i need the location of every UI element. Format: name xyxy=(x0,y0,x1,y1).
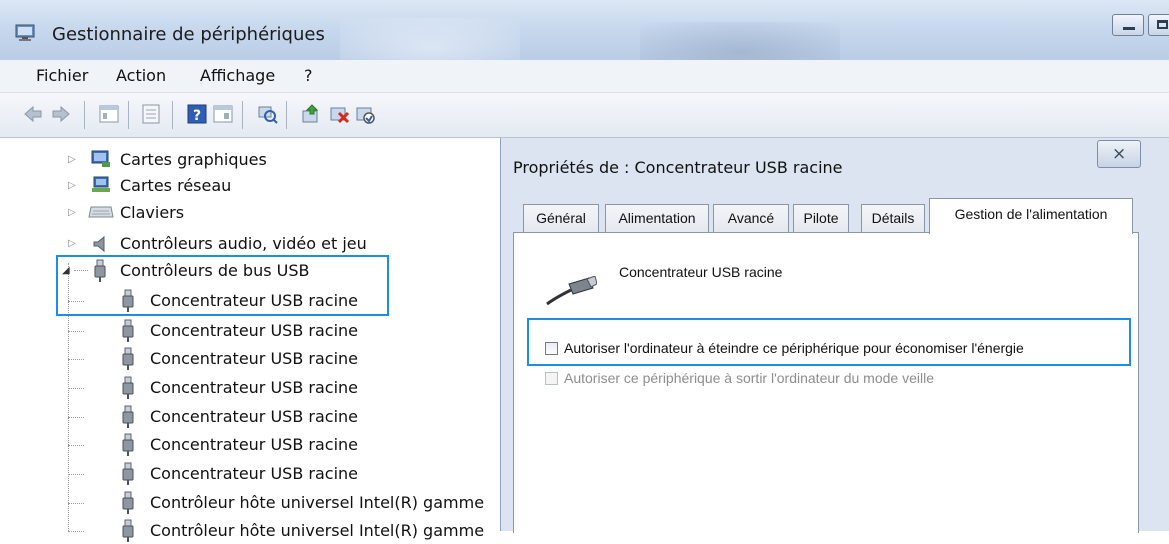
tab-gestion-alimentation[interactable]: Gestion de l'alimentation xyxy=(929,198,1133,234)
keyboard-icon xyxy=(88,206,114,218)
device-name: Concentrateur USB racine xyxy=(619,264,783,280)
maximize-button[interactable] xyxy=(1148,14,1169,36)
expand-arrow-icon[interactable]: ▷ xyxy=(68,154,76,165)
menu-action[interactable]: Action xyxy=(116,66,166,85)
properties-icon[interactable] xyxy=(140,103,162,125)
disable-device-icon[interactable] xyxy=(354,103,376,125)
expand-arrow-icon[interactable]: ▷ xyxy=(68,238,76,249)
toolbar-separator xyxy=(172,101,173,129)
update-driver-icon[interactable] xyxy=(300,103,322,125)
menu-fichier[interactable]: Fichier xyxy=(36,66,88,85)
tree-item-label: Concentrateur USB racine xyxy=(150,464,358,483)
tree-item-label: Concentrateur USB racine xyxy=(150,378,358,397)
properties-dialog: Propriétés de : Concentrateur USB racine… xyxy=(500,138,1169,533)
tab-avance[interactable]: Avancé xyxy=(713,204,789,233)
view-icon[interactable] xyxy=(212,103,234,125)
close-icon: ⨯ xyxy=(1112,144,1127,164)
checkbox-allow-wake xyxy=(545,371,558,385)
expand-arrow-icon[interactable]: ▷ xyxy=(68,207,76,218)
usb-plug-icon xyxy=(122,376,134,399)
expand-arrow-icon[interactable]: ▷ xyxy=(68,180,76,191)
window-title: Gestionnaire de périphériques xyxy=(52,24,325,45)
tree-item-label: Cartes réseau xyxy=(120,176,232,195)
tree-item-label: Concentrateur USB racine xyxy=(150,407,358,426)
show-hide-tree-icon[interactable] xyxy=(98,103,120,125)
tree-item-label: Cartes graphiques xyxy=(120,150,267,169)
svg-text:?: ? xyxy=(193,108,201,124)
tab-pilote[interactable]: Pilote xyxy=(793,204,849,233)
tree-connector xyxy=(68,331,84,332)
network-adapter-icon xyxy=(92,176,110,192)
tab-general[interactable]: Général xyxy=(523,204,599,233)
toolbar: ? xyxy=(0,93,1169,138)
toolbar-separator xyxy=(242,101,243,129)
minimize-icon xyxy=(1123,27,1135,30)
tree-item-label: Contrôleur hôte universel Intel(R) gamme xyxy=(150,493,485,512)
tab-alimentation[interactable]: Alimentation xyxy=(605,204,709,233)
toolbar-separator xyxy=(286,101,287,129)
tree-item-label: Concentrateur USB racine xyxy=(150,435,358,454)
tree-connector xyxy=(68,503,84,504)
tree-connector xyxy=(68,417,84,418)
tree-item-label: Contrôleurs audio, vidéo et jeu xyxy=(120,234,367,253)
toolbar-separator xyxy=(128,101,129,129)
dialog-close-button[interactable]: ⨯ xyxy=(1097,140,1141,168)
option-label-disabled: Autoriser ce périphérique à sortir l'ord… xyxy=(564,370,934,386)
tree-connector xyxy=(68,474,84,475)
forward-arrow-icon[interactable] xyxy=(50,103,72,125)
display-adapter-icon xyxy=(91,150,110,167)
usb-plug-icon xyxy=(122,433,134,456)
option-allow-wake: Autoriser ce périphérique à sortir l'ord… xyxy=(545,368,934,388)
back-arrow-icon[interactable] xyxy=(22,103,44,125)
menu-help[interactable]: ? xyxy=(304,66,313,85)
menu-bar: Fichier Action Affichage ? xyxy=(0,60,1169,93)
tree-connector xyxy=(68,388,84,389)
device-manager-icon xyxy=(15,24,35,41)
tree-item-label: Concentrateur USB racine xyxy=(150,321,358,340)
tree-connector xyxy=(68,531,84,532)
maximize-icon xyxy=(1157,20,1168,29)
device-tree: ▷ Cartes graphiques ▷ Cartes réseau ▷ Cl… xyxy=(0,138,505,542)
toolbar-separator xyxy=(84,101,85,129)
usb-cable-icon xyxy=(546,276,597,306)
usb-plug-icon xyxy=(122,319,134,342)
usb-plug-icon xyxy=(122,462,134,485)
speaker-icon xyxy=(93,235,105,253)
help-icon[interactable]: ? xyxy=(186,103,208,125)
uninstall-device-icon[interactable] xyxy=(328,103,350,125)
tree-connector xyxy=(68,359,84,360)
window-titlebar: Gestionnaire de périphériques xyxy=(0,0,1169,82)
tree-item-label: Claviers xyxy=(120,203,185,222)
highlight-box-usb xyxy=(56,255,389,316)
minimize-button[interactable] xyxy=(1112,14,1144,36)
dialog-title: Propriétés de : Concentrateur USB racine xyxy=(513,158,843,177)
usb-plug-icon xyxy=(122,491,134,514)
menu-affichage[interactable]: Affichage xyxy=(200,66,275,85)
usb-plug-icon xyxy=(122,405,134,428)
usb-plug-icon xyxy=(122,347,134,370)
tab-details[interactable]: Détails xyxy=(861,204,925,233)
tree-item-label: Concentrateur USB racine xyxy=(150,349,358,368)
usb-plug-icon xyxy=(122,519,134,542)
tree-connector xyxy=(68,445,84,446)
highlight-box-option xyxy=(527,318,1131,366)
scan-hardware-icon[interactable] xyxy=(256,103,278,125)
